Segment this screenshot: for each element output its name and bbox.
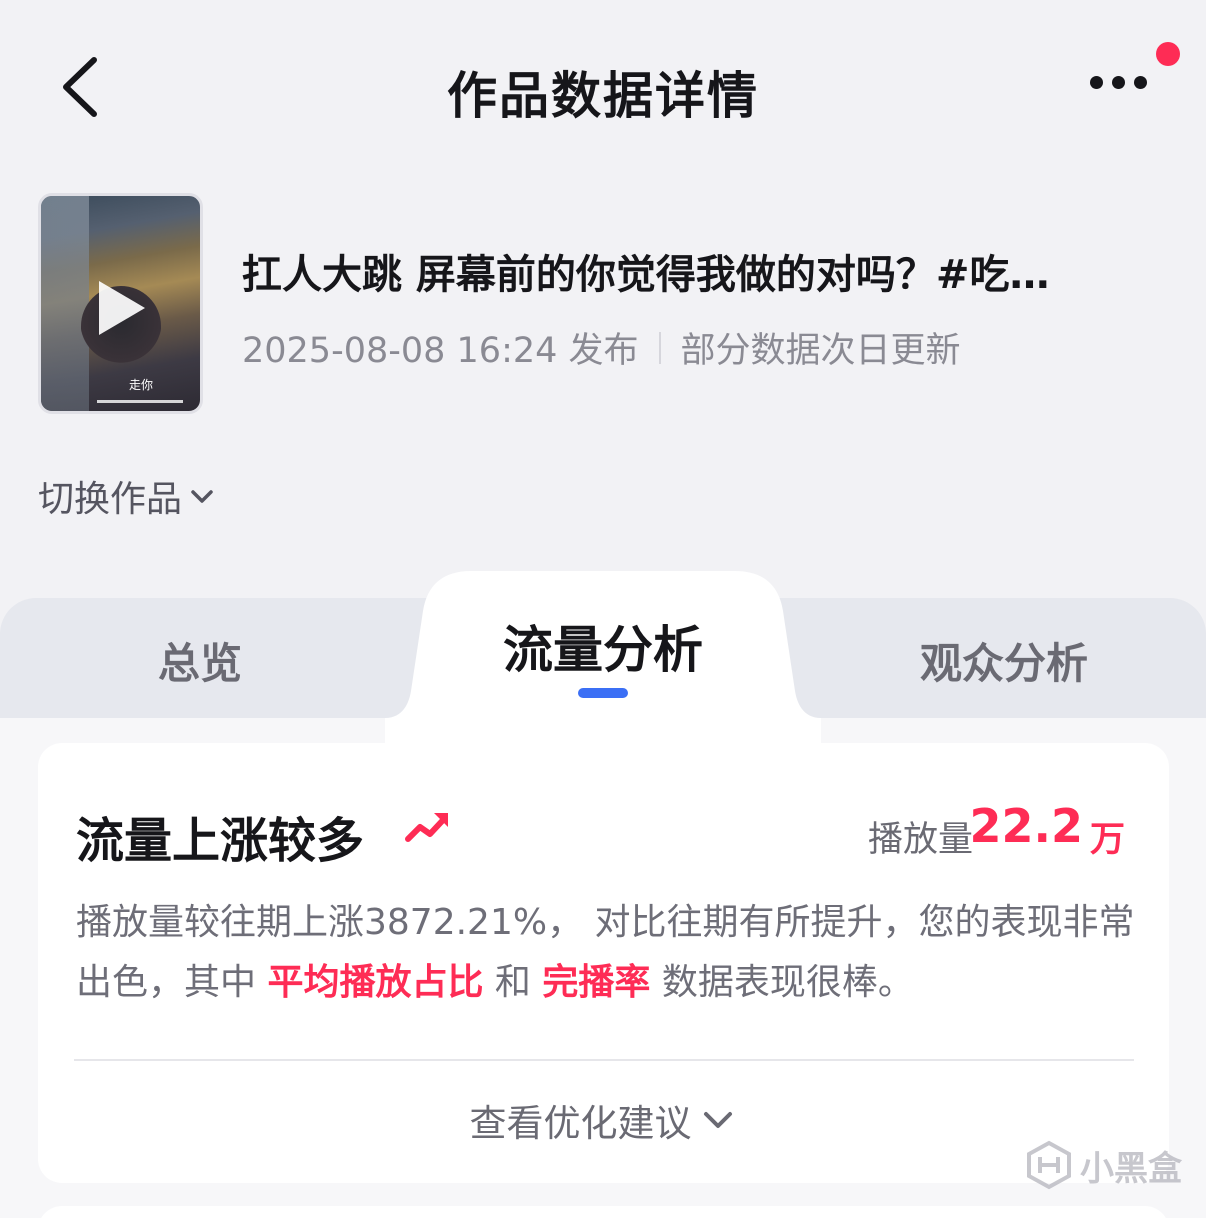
chevron-down-icon — [191, 490, 213, 503]
play-count-value: 22.2 — [969, 799, 1084, 853]
video-thumbnail[interactable]: 走你 — [38, 193, 203, 414]
more-dot-icon — [1112, 76, 1125, 89]
view-advice-button[interactable]: 查看优化建议 — [38, 1093, 1169, 1147]
header: 作品数据详情 — [0, 0, 1206, 180]
next-card — [38, 1206, 1169, 1218]
play-count-unit: 万 — [1089, 820, 1125, 860]
play-count-label: 播放量 — [867, 820, 973, 860]
trending-up-icon — [405, 813, 448, 842]
play-icon — [99, 281, 145, 335]
highlight-completion-rate: 完播率 — [542, 962, 651, 1003]
traffic-summary-card: 流量上涨较多 播放量 22.2 万 播放量较往期上涨3872.21%， 对比往期… — [38, 743, 1169, 1183]
traffic-description: 播放量较往期上涨3872.21%， 对比往期有所提升，您的表现非常出色，其中 平… — [76, 902, 1135, 1003]
highlight-avg-play-ratio: 平均播放占比 — [267, 962, 484, 1003]
card-divider — [74, 1059, 1134, 1061]
card-title: 流量上涨较多 — [76, 813, 365, 869]
switch-work-label: 切换作品 — [38, 479, 183, 520]
page-title: 作品数据详情 — [447, 67, 759, 125]
publish-time: 2025-08-08 16:24 发布 — [242, 331, 639, 371]
active-tab-indicator — [578, 688, 628, 698]
tab-traffic-analysis[interactable]: 流量分析 — [440, 610, 766, 682]
xiaoheihe-logo-icon — [1027, 1140, 1071, 1190]
chevron-down-icon — [703, 1112, 732, 1128]
meta-divider — [658, 331, 661, 364]
more-dot-icon — [1090, 76, 1103, 89]
view-advice-label: 查看优化建议 — [469, 1102, 692, 1145]
more-dot-icon — [1134, 76, 1147, 89]
video-meta: 2025-08-08 16:24 发布 部分数据次日更新 — [242, 322, 961, 373]
thumbnail-progress-bar — [97, 400, 183, 403]
watermark-text: 小黑盒 — [1080, 1148, 1182, 1189]
watermark: 小黑盒 — [1024, 1140, 1182, 1190]
switch-work-button[interactable]: 切换作品 — [38, 470, 216, 522]
tab-audience-analysis[interactable]: 观众分析 — [904, 630, 1104, 691]
video-title: 扛人大跳 屏幕前的你觉得我做的对吗？#吃… — [242, 252, 1050, 298]
thumbnail-caption: 走你 — [129, 378, 154, 392]
more-options-button[interactable] — [1082, 58, 1162, 108]
notification-dot — [1156, 42, 1180, 66]
tab-overview[interactable]: 总览 — [100, 630, 300, 691]
update-note: 部分数据次日更新 — [680, 331, 961, 371]
